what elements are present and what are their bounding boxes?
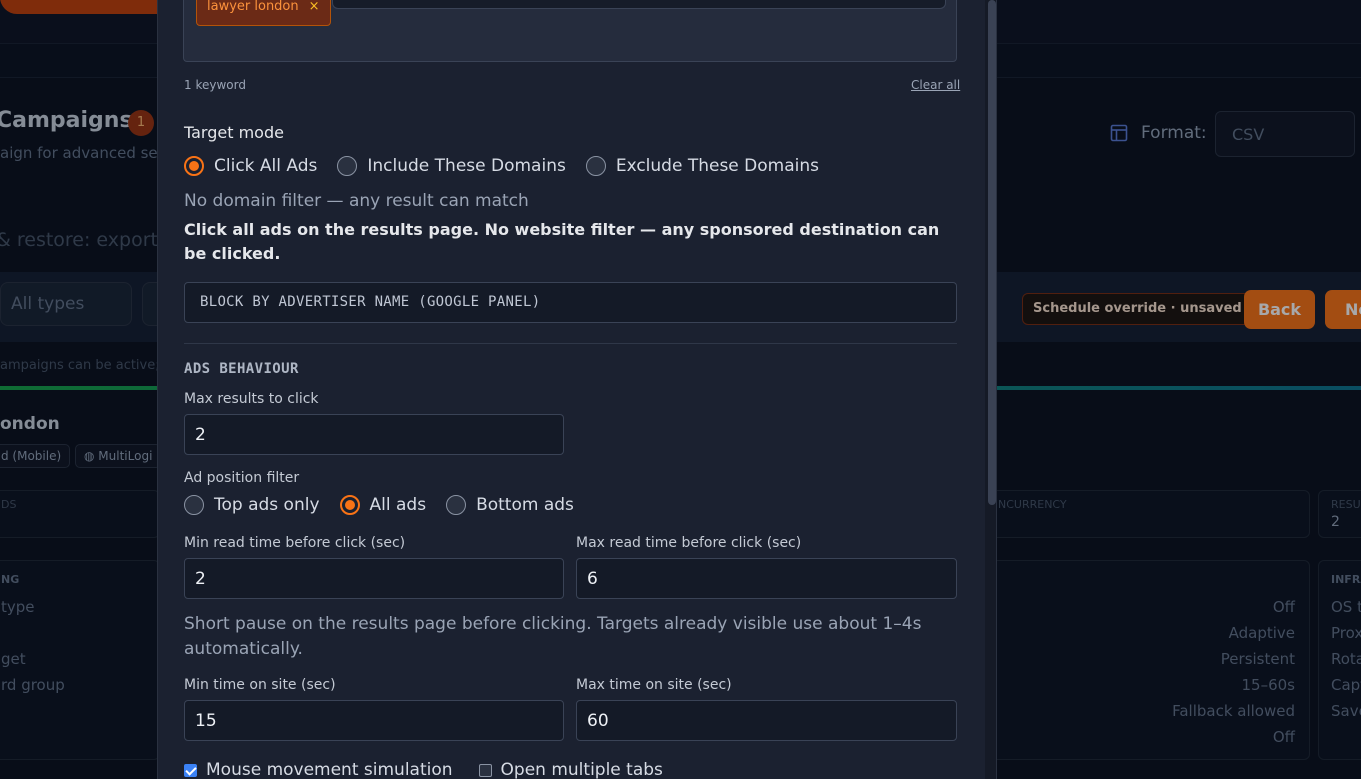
radio-dot [446,495,467,515]
close-icon[interactable]: × [309,0,320,14]
keyword-tag-label: lawyer london [207,0,299,14]
ad-position-radios: Top ads only All ads Bottom ads [184,495,594,515]
campaign-settings-modal: lawyer london × 1 keyword Clear all Targe… [157,0,997,779]
mouse-sim-label: Mouse movement simulation [206,760,453,779]
radio-label: Click All Ads [214,156,318,176]
clear-all-link[interactable]: Clear all [911,78,960,92]
radio-dot [184,495,204,515]
radio-dot [337,156,358,176]
target-mode-label: Target mode [184,123,284,142]
modal-scrollbar[interactable] [985,0,996,779]
keyword-input[interactable] [332,0,946,9]
radio-label: Include These Domains [367,156,566,176]
radio-label: Top ads only [214,495,320,515]
radio-click-all-ads[interactable]: Click All Ads [184,156,317,176]
ads-behaviour-heading: ADS BEHAVIOUR [184,361,299,377]
keyword-box[interactable]: lawyer london × [183,0,957,62]
min-site-input[interactable]: 15 [184,700,564,741]
max-site-label: Max time on site (sec) [576,677,732,693]
radio-dot [339,495,360,515]
min-read-input[interactable]: 2 [184,558,564,599]
multi-tabs-checkbox[interactable] [478,763,492,777]
radio-label: Exclude These Domains [615,156,819,176]
keyword-count: 1 keyword [184,78,246,92]
keyword-tag: lawyer london × [196,0,331,26]
min-read-label: Min read time before click (sec) [184,535,406,551]
radio-top-ads[interactable]: Top ads only [184,495,320,515]
radio-label: All ads [369,495,427,515]
read-time-hint: Short pause on the results page before c… [184,614,922,659]
max-results-label: Max results to click [184,391,319,407]
max-site-input[interactable]: 60 [576,700,957,741]
max-read-label: Max read time before click (sec) [576,535,802,551]
target-mode-description: Click all ads on the results page. No we… [184,220,940,263]
radio-dot [184,156,204,176]
max-read-input[interactable]: 6 [576,558,957,599]
target-mode-radios: Click All Ads Include These Domains Excl… [184,156,839,176]
max-results-input[interactable]: 2 [184,414,564,455]
radio-include-domains[interactable]: Include These Domains [337,156,566,176]
radio-all-ads[interactable]: All ads [339,495,427,515]
min-site-label: Min time on site (sec) [184,677,336,693]
radio-label: Bottom ads [476,495,574,515]
section-divider [184,343,957,344]
scrollbar-thumb[interactable] [988,0,996,505]
radio-exclude-domains[interactable]: Exclude These Domains [585,156,819,176]
behaviour-checkboxes: Mouse movement simulation Open multiple … [184,760,689,779]
radio-dot [585,156,606,176]
domain-filter-hint: No domain filter — any result can match [184,191,529,211]
ad-position-label: Ad position filter [184,470,300,486]
block-advertiser-input[interactable]: Block by advertiser name (Google panel) [184,282,957,323]
radio-bottom-ads[interactable]: Bottom ads [446,495,574,515]
mouse-sim-checkbox[interactable] [184,763,197,777]
multi-tabs-label: Open multiple tabs [500,760,663,779]
